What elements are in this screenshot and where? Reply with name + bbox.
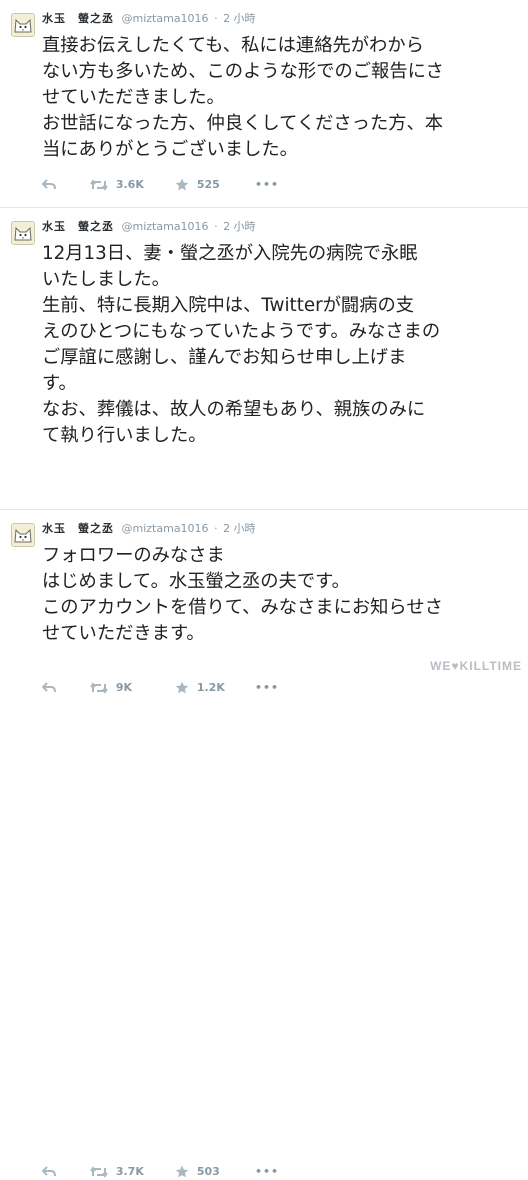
avatar[interactable] <box>11 13 35 37</box>
tweet-line: て執り行いました。 <box>42 425 207 446</box>
tweet-line: 生前、特に長期入院中は、Twitterが闘病の支 <box>42 295 415 316</box>
reply-button[interactable] <box>41 177 56 193</box>
cat-face-icon <box>12 222 34 244</box>
tweet-line: す。 <box>42 373 77 394</box>
tweet-line: お世話になった方、仲良くしてくださった方、本 <box>42 113 444 134</box>
tweet[interactable]: 水玉 螢之丞 @miztama1016 · 2 小時 直接お伝えしたくても、私に… <box>0 0 528 208</box>
retweet-button[interactable]: 3.7K <box>90 1164 144 1180</box>
retweet-count: 3.7K <box>115 1165 144 1178</box>
more-options-button[interactable]: ••• <box>255 1164 279 1180</box>
tweet-header: 水玉 螢之丞 @miztama1016 · 2 小時 <box>42 521 256 537</box>
reply-button[interactable] <box>41 1164 56 1180</box>
tweet-line: なお、葬儀は、故人の希望もあり、親族のみに <box>42 399 426 420</box>
star-icon <box>175 1165 189 1178</box>
timestamp[interactable]: 2 小時 <box>223 12 256 25</box>
timestamp[interactable]: 2 小時 <box>223 522 256 535</box>
favorite-count: 503 <box>196 1165 220 1178</box>
tweet-line: ない方も多いため、このような形でのご報告にさ <box>42 61 444 82</box>
tweet-text: フォロワーのみなさま はじめまして。水玉螢之丞の夫です。 このアカウントを借りて… <box>42 543 520 647</box>
tweet-line: せていただきます。 <box>42 623 205 644</box>
tweet-text: 直接お伝えしたくても、私には連絡先がわから ない方も多いため、このような形でのご… <box>42 33 520 163</box>
cat-face-icon <box>12 14 34 36</box>
tweet-line: はじめまして。水玉螢之丞の夫です。 <box>42 571 350 592</box>
user-fullname[interactable]: 水玉 螢之丞 <box>42 12 114 25</box>
tweet[interactable]: 水玉 螢之丞 @miztama1016 · 2 小時 フォロワーのみなさま はじ… <box>0 510 528 1178</box>
user-handle[interactable]: @miztama1016 <box>122 12 209 25</box>
separator-dot: · <box>214 522 218 535</box>
separator-dot: · <box>214 220 218 233</box>
tweet-line: ご厚誼に感謝し、謹んでお知らせ申し上げま <box>42 347 407 368</box>
tweet-line: 12月13日、妻・螢之丞が入院先の病院で永眠 <box>42 243 418 264</box>
favorite-button[interactable]: 525 <box>175 177 220 193</box>
tweet-line: せていただきました。 <box>42 87 225 108</box>
timestamp[interactable]: 2 小時 <box>223 220 256 233</box>
retweet-count: 3.6K <box>115 178 144 191</box>
tweet-text: 12月13日、妻・螢之丞が入院先の病院で永眠 いたしました。 生前、特に長期入院… <box>42 241 520 449</box>
tweet-line: えのひとつにもなっていたようです。みなさまの <box>42 321 441 342</box>
user-fullname[interactable]: 水玉 螢之丞 <box>42 220 114 233</box>
tweet-line: 当にありがとうございました。 <box>42 139 298 160</box>
user-fullname[interactable]: 水玉 螢之丞 <box>42 522 114 535</box>
tweet-line: フォロワーのみなさま <box>42 545 225 566</box>
avatar[interactable] <box>11 523 35 547</box>
tweet-line: このアカウントを借りて、みなさまにお知らせさ <box>42 597 443 618</box>
separator-dot: · <box>214 12 218 25</box>
tweet-header: 水玉 螢之丞 @miztama1016 · 2 小時 <box>42 219 256 235</box>
reply-icon <box>41 1166 56 1177</box>
cat-face-icon <box>12 524 34 546</box>
tweet-line: いたしました。 <box>42 269 170 290</box>
retweet-icon <box>90 682 108 694</box>
user-handle[interactable]: @miztama1016 <box>122 220 209 233</box>
retweet-button[interactable]: 3.6K <box>90 177 144 193</box>
watermark-logo: WE♥KILLTIME <box>430 659 522 673</box>
more-options-button[interactable]: ••• <box>255 177 279 193</box>
favorite-button[interactable]: 503 <box>175 1164 220 1180</box>
tweet[interactable]: 水玉 螢之丞 @miztama1016 · 2 小時 12月13日、妻・螢之丞が… <box>0 208 528 694</box>
retweet-icon <box>90 1166 108 1178</box>
reply-icon <box>41 682 56 693</box>
retweet-icon <box>90 179 108 191</box>
user-handle[interactable]: @miztama1016 <box>122 522 209 535</box>
tweet-header: 水玉 螢之丞 @miztama1016 · 2 小時 <box>42 11 256 27</box>
favorite-count: 525 <box>196 178 220 191</box>
tweet-line: 直接お伝えしたくても、私には連絡先がわから <box>42 35 424 56</box>
reply-icon <box>41 179 56 190</box>
star-icon <box>175 178 189 191</box>
avatar[interactable] <box>11 221 35 245</box>
